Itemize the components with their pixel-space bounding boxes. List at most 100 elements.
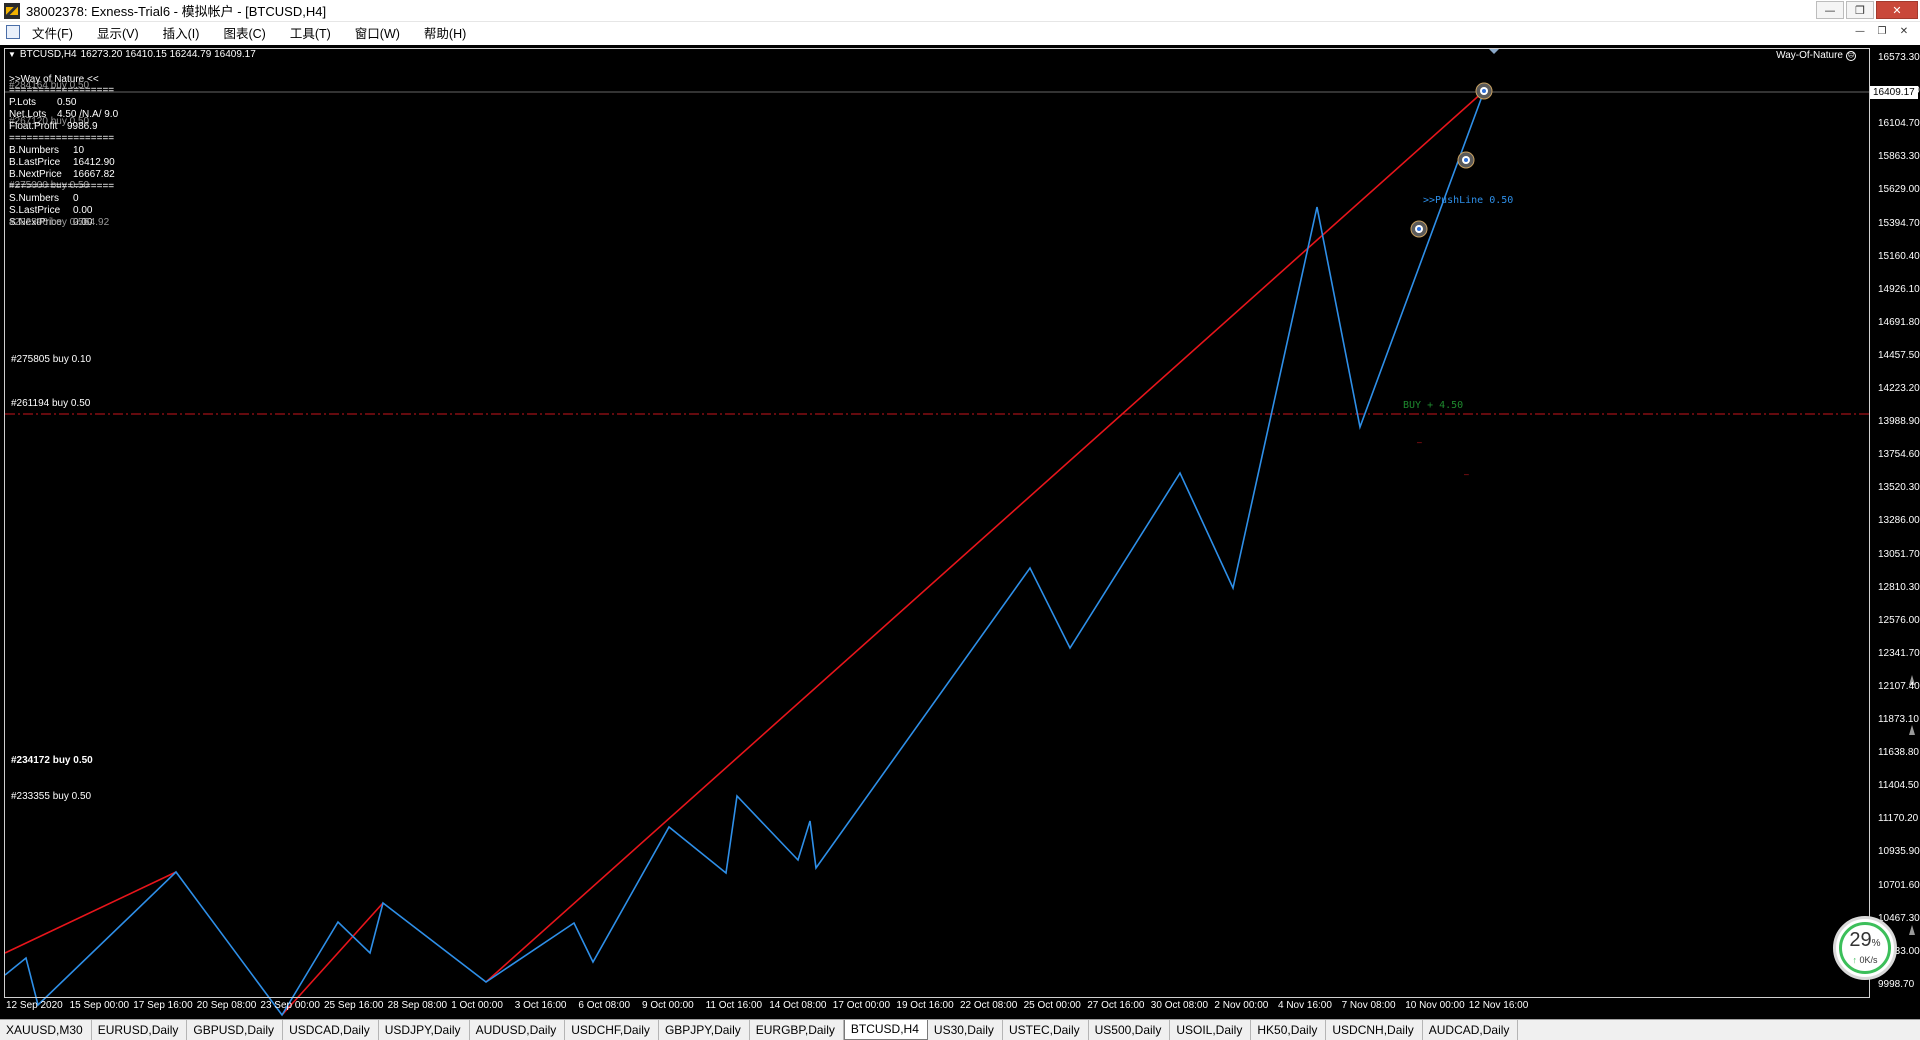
chart-scroll-marker[interactable] <box>1909 725 1915 735</box>
menu-bar: 文件(F) 显示(V) 插入(I) 图表(C) 工具(T) 窗口(W) 帮助(H… <box>0 22 1920 42</box>
chart-window-icon[interactable] <box>6 25 20 39</box>
menu-view[interactable]: 显示(V) <box>97 23 139 42</box>
time-axis-label: 14 Oct 08:00 <box>769 1000 827 1011</box>
order-marker[interactable] <box>1457 151 1475 169</box>
panel-separator: ================== <box>9 181 115 192</box>
order-label[interactable]: #234172 buy 0.50 <box>11 755 93 766</box>
b-numbers-label: B.Numbers <box>9 145 60 156</box>
p-lots-row: P.Lots 0.50 <box>9 97 76 109</box>
sad-face-icon: ☹ <box>1846 50 1856 61</box>
price-axis-label: 14926.10 <box>1878 283 1920 295</box>
chart-area[interactable]: ▼ BTCUSD,H4 16273.20 16410.15 16244.79 1… <box>0 45 1920 1019</box>
chart-tab[interactable]: US30,Daily <box>928 1020 1003 1040</box>
gauge-rate: ↑ 0K/s <box>1836 955 1894 965</box>
gauge-percent-value: 29 <box>1849 929 1872 951</box>
time-axis-label: 25 Oct 00:00 <box>1023 1000 1081 1011</box>
trend-lines <box>4 90 1485 1016</box>
menu-charts[interactable]: 图表(C) <box>223 23 265 42</box>
time-axis-label: 3 Oct 16:00 <box>514 1000 567 1011</box>
price-axis-label: 14457.50 <box>1878 349 1920 361</box>
chart-tab[interactable]: USOIL,Daily <box>1170 1020 1252 1040</box>
price-axis-label: 13286.00 <box>1878 515 1920 527</box>
minimize-button[interactable]: — <box>1816 1 1844 19</box>
time-axis-label: 15 Sep 00:00 <box>69 1000 130 1011</box>
chart-tab[interactable]: AUDUSD,Daily <box>470 1020 566 1040</box>
order-marker[interactable] <box>1475 82 1493 100</box>
float-profit-label: Float.Profit <box>9 121 58 132</box>
price-axis-label: 16573.30 <box>1878 52 1920 63</box>
float-profit-value: 9986.9 <box>67 121 98 132</box>
chart-tab[interactable]: USDJPY,Daily <box>379 1020 470 1040</box>
b-lastprice-value: 16412.90 <box>73 157 115 168</box>
panel-separator: ================== <box>9 85 115 96</box>
time-axis-label: 11 Oct 16:00 <box>705 1000 763 1011</box>
price-axis-label: 11170.20 <box>1878 813 1919 825</box>
expert-advisor-label[interactable]: Way-Of-Nature ☹ <box>1776 50 1856 61</box>
p-lots-label: P.Lots <box>9 97 37 108</box>
order-label[interactable]: #261194 buy 0.50 <box>11 398 90 409</box>
b-numbers-value: 10 <box>73 145 85 156</box>
chart-tab[interactable]: US500,Daily <box>1089 1020 1171 1040</box>
time-axis-label: 23 Sep 00:00 <box>260 1000 320 1011</box>
menu-help[interactable]: 帮助(H) <box>424 23 466 42</box>
s-lastprice-label: S.LastPrice <box>9 205 61 216</box>
time-axis-label: 4 Nov 16:00 <box>1278 1000 1332 1011</box>
menu-window[interactable]: 窗口(W) <box>355 23 400 42</box>
order-label[interactable]: #233355 buy 0.50 <box>11 791 91 802</box>
chart-tab[interactable]: USDCNH,Daily <box>1326 1020 1423 1040</box>
time-axis-label: 25 Sep 16:00 <box>324 1000 384 1011</box>
chart-tab[interactable]: EURGBP,Daily <box>750 1020 844 1040</box>
price-chart-canvas[interactable] <box>0 45 1920 1019</box>
chart-tab[interactable]: USDCHF,Daily <box>565 1020 659 1040</box>
time-axis-label: 6 Oct 08:00 <box>578 1000 631 1011</box>
close-button[interactable]: ✕ <box>1876 1 1918 19</box>
order-label[interactable]: #275805 buy 0.10 <box>11 354 91 365</box>
time-axis-label: 30 Oct 08:00 <box>1150 1000 1209 1011</box>
chart-minimize-button[interactable]: — <box>1852 24 1868 39</box>
chart-tab[interactable]: GBPJPY,Daily <box>659 1020 750 1040</box>
order-marker[interactable] <box>1410 220 1428 238</box>
price-axis-label: 15394.70 <box>1878 217 1920 229</box>
float-profit-row: Float.Profit 9986.9 <box>9 121 98 133</box>
chart-restore-button[interactable]: ❐ <box>1874 24 1890 39</box>
gauge-rate-value: 0K/s <box>1859 955 1878 965</box>
chart-window-controls: — ❐ ✕ <box>1852 24 1912 39</box>
chart-tab[interactable]: GBPUSD,Daily <box>187 1020 284 1040</box>
window-controls: — ❐ ✕ <box>1816 1 1918 19</box>
time-axis-label: 9 Oct 00:00 <box>642 1000 694 1011</box>
app-logo-icon <box>4 2 20 19</box>
time-axis-label: 22 Oct 08:00 <box>960 1000 1018 1011</box>
chart-close-button[interactable]: ✕ <box>1896 24 1912 39</box>
menu-insert[interactable]: 插入(I) <box>163 23 200 42</box>
buy-level-annotation: BUY + 4.50 <box>1403 400 1464 411</box>
price-axis-label: 10935.90 <box>1878 846 1920 858</box>
window-title: 38002378: Exness-Trial6 - 模拟帐户 - [BTCUSD… <box>26 4 327 19</box>
s-lastprice-value: 0.00 <box>73 205 93 216</box>
chart-scroll-marker[interactable] <box>1909 925 1915 935</box>
network-speed-gauge[interactable]: 29% ↑ 0K/s <box>1833 916 1897 980</box>
menu-tools[interactable]: 工具(T) <box>290 23 331 42</box>
price-axis-label: 15160.40 <box>1878 250 1920 262</box>
title-bar: 38002378: Exness-Trial6 - 模拟帐户 - [BTCUSD… <box>0 0 1920 22</box>
s-lastprice-row: S.LastPrice 0.00 <box>9 205 92 217</box>
ohlc-values: 16273.20 16410.15 16244.79 16409.17 <box>80 49 256 60</box>
chart-tab[interactable]: HK50,Daily <box>1251 1020 1327 1040</box>
chart-shift-marker[interactable] <box>1488 48 1500 54</box>
time-axis-label: 2 Nov 00:00 <box>1214 1000 1269 1011</box>
chart-tab[interactable]: XAUUSD,M30 <box>0 1020 92 1040</box>
time-axis-label: 10 Nov 00:00 <box>1405 1000 1465 1011</box>
price-axis-label: 14691.80 <box>1878 316 1920 328</box>
time-axis-label: 17 Oct 00:00 <box>832 1000 891 1011</box>
time-axis-label: 19 Oct 16:00 <box>896 1000 954 1011</box>
trend-line-2 <box>281 902 384 1016</box>
chart-tab[interactable]: AUDCAD,Daily <box>1423 1020 1519 1040</box>
chart-header-arrow[interactable]: ▼ <box>8 50 16 59</box>
chart-tab[interactable]: USDCAD,Daily <box>283 1020 379 1040</box>
time-axis-label: 12 Sep 2020 <box>6 1000 63 1011</box>
chart-tab[interactable]: BTCUSD,H4 <box>843 1020 928 1040</box>
chart-tab[interactable]: USTEC,Daily <box>1003 1020 1089 1040</box>
restore-button[interactable]: ❐ <box>1846 1 1874 19</box>
chart-tab[interactable]: EURUSD,Daily <box>92 1020 188 1040</box>
menu-file[interactable]: 文件(F) <box>32 23 73 42</box>
time-axis-label: 1 Oct 00:00 <box>451 1000 503 1011</box>
